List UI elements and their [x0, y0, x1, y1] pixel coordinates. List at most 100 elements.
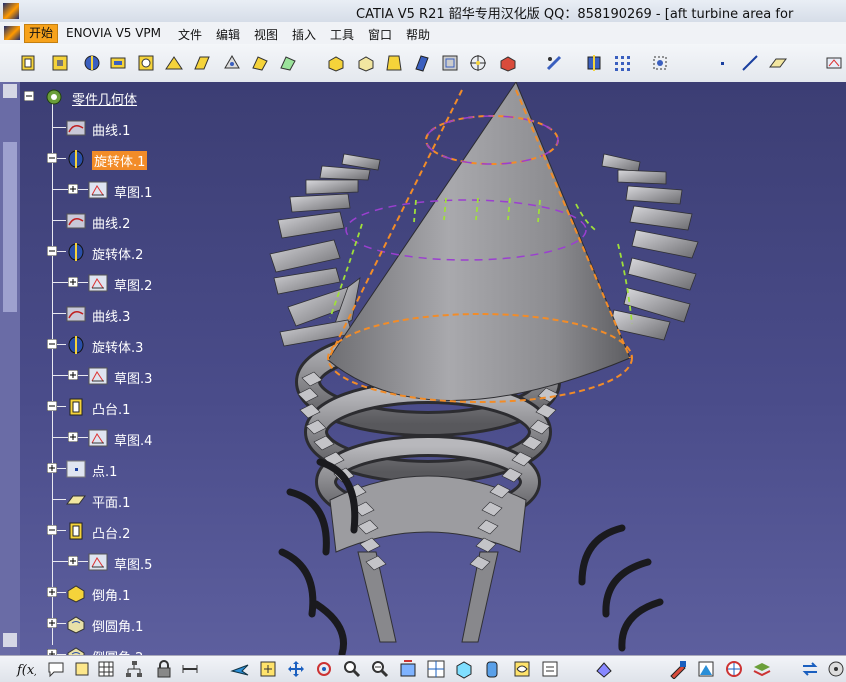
tree-node[interactable]: 点.1: [0, 459, 220, 480]
system-menu-icon[interactable]: [4, 26, 20, 40]
stiffener-tool-icon[interactable]: [222, 53, 242, 73]
remove-loft-tool-icon[interactable]: [278, 53, 298, 73]
swap-visible-icon[interactable]: [540, 659, 560, 679]
zoom-out-icon[interactable]: [370, 659, 390, 679]
expand-icon[interactable]: [68, 556, 78, 566]
turbine-model[interactable]: [230, 82, 846, 655]
collapse-icon[interactable]: [47, 525, 57, 535]
tree-node[interactable]: 草图.3: [0, 366, 220, 387]
expand-icon[interactable]: [47, 618, 57, 628]
expand-icon[interactable]: [47, 587, 57, 597]
pan-icon[interactable]: [286, 659, 306, 679]
rule-icon[interactable]: [72, 659, 92, 679]
material-icon[interactable]: [594, 659, 614, 679]
tree-node[interactable]: 倒圆角.1: [0, 614, 220, 635]
menu-insert[interactable]: 插入: [292, 26, 316, 43]
tree-node[interactable]: 平面.1: [0, 490, 220, 511]
lock-icon[interactable]: [154, 659, 174, 679]
draft-tool-icon[interactable]: [384, 53, 404, 73]
snap-tool-icon[interactable]: [650, 53, 670, 73]
hole-tool-icon[interactable]: [136, 53, 156, 73]
rotate-icon[interactable]: [314, 659, 334, 679]
point-tool-icon[interactable]: [712, 53, 732, 73]
tree-node[interactable]: 倒角.1: [0, 583, 220, 604]
iso-view-icon[interactable]: [454, 659, 474, 679]
tree-icon[interactable]: [124, 659, 144, 679]
menu-start[interactable]: 开始: [24, 24, 59, 43]
plane-tool-icon[interactable]: [768, 53, 788, 73]
expand-icon[interactable]: [68, 184, 78, 194]
collapse-icon[interactable]: [47, 339, 57, 349]
tree-node[interactable]: 曲线.2: [0, 211, 220, 232]
menu-help[interactable]: 帮助: [406, 26, 430, 43]
menu-file[interactable]: 文件: [178, 26, 202, 43]
groove-tool-icon[interactable]: [108, 53, 128, 73]
table-icon[interactable]: [96, 659, 116, 679]
fit-all-icon[interactable]: [258, 659, 278, 679]
menu-window[interactable]: 窗口: [368, 26, 392, 43]
expand-icon[interactable]: [68, 370, 78, 380]
render-icon[interactable]: [696, 659, 716, 679]
expand-icon[interactable]: [68, 432, 78, 442]
tree-node[interactable]: 旋转体.1: [0, 149, 220, 170]
chamfer-icon: [66, 583, 86, 603]
pad-tool-icon[interactable]: [18, 53, 38, 73]
measure-tool-icon[interactable]: [544, 53, 564, 73]
line-tool-icon[interactable]: [740, 53, 760, 73]
rib-tool-icon[interactable]: [164, 53, 184, 73]
collapse-icon[interactable]: [47, 246, 57, 256]
remove-face-tool-icon[interactable]: [498, 53, 518, 73]
thickness-tool-icon[interactable]: [440, 53, 460, 73]
tree-node[interactable]: 凸台.1: [0, 397, 220, 418]
tree-node-label: 曲线.3: [92, 310, 131, 325]
multi-view-icon[interactable]: [426, 659, 446, 679]
collapse-icon[interactable]: [47, 153, 57, 163]
menu-view[interactable]: 视图: [254, 26, 278, 43]
tree-branch-line: [52, 127, 66, 128]
comment-icon[interactable]: [46, 659, 66, 679]
tree-node[interactable]: 草图.2: [0, 273, 220, 294]
tree-node[interactable]: 旋转体.3: [0, 335, 220, 356]
tree-node[interactable]: 草图.4: [0, 428, 220, 449]
menu-enovia[interactable]: ENOVIA V5 VPM: [66, 26, 161, 40]
expand-icon[interactable]: [68, 277, 78, 287]
shading-icon[interactable]: [482, 659, 502, 679]
tree-root[interactable]: 零件几何体: [22, 87, 182, 108]
analysis-icon[interactable]: [724, 659, 744, 679]
collapse-icon[interactable]: [47, 401, 57, 411]
tree-node[interactable]: 倒圆角.2: [0, 645, 220, 655]
menu-tools[interactable]: 工具: [330, 26, 354, 43]
apply-material-icon[interactable]: [668, 659, 688, 680]
collapse-icon[interactable]: [24, 91, 34, 101]
formula-icon[interactable]: f(x): [16, 659, 39, 679]
wheel-icon[interactable]: [826, 659, 846, 679]
layer-icon[interactable]: [752, 659, 772, 679]
hide-show-icon[interactable]: [512, 659, 532, 679]
scroll-up-arrow-icon[interactable]: [3, 84, 17, 98]
measure-item-icon[interactable]: [180, 659, 200, 679]
sketch-tool-icon[interactable]: [824, 53, 844, 73]
split-tool-icon[interactable]: [584, 53, 604, 73]
pattern-tool-icon[interactable]: [612, 53, 632, 73]
thread-tool-icon[interactable]: [468, 53, 488, 73]
pocket-tool-icon[interactable]: [50, 53, 70, 73]
tree-node[interactable]: 草图.1: [0, 180, 220, 201]
shell-tool-icon[interactable]: [412, 53, 432, 73]
loft-tool-icon[interactable]: [250, 53, 270, 73]
tree-node[interactable]: 草图.5: [0, 552, 220, 573]
slot-tool-icon[interactable]: [192, 53, 212, 73]
sync-icon[interactable]: [800, 659, 820, 679]
shaft-tool-icon[interactable]: [82, 53, 102, 73]
geometry-viewport[interactable]: 零件几何体 曲线.1 旋转体.1 草图.1 曲线.2 旋转体.2 草图.2 曲线.3 旋转体.…: [0, 82, 846, 655]
chamfer-tool-icon[interactable]: [326, 53, 346, 73]
expand-icon[interactable]: [47, 463, 57, 473]
normal-view-icon[interactable]: [398, 659, 418, 679]
fly-mode-icon[interactable]: [230, 659, 250, 679]
zoom-in-icon[interactable]: [342, 659, 362, 679]
tree-node[interactable]: 曲线.3: [0, 304, 220, 325]
tree-node[interactable]: 曲线.1: [0, 118, 220, 139]
tree-node[interactable]: 旋转体.2: [0, 242, 220, 263]
fillet-tool-icon[interactable]: [356, 53, 376, 73]
tree-node[interactable]: 凸台.2: [0, 521, 220, 542]
menu-edit[interactable]: 编辑: [216, 26, 240, 43]
